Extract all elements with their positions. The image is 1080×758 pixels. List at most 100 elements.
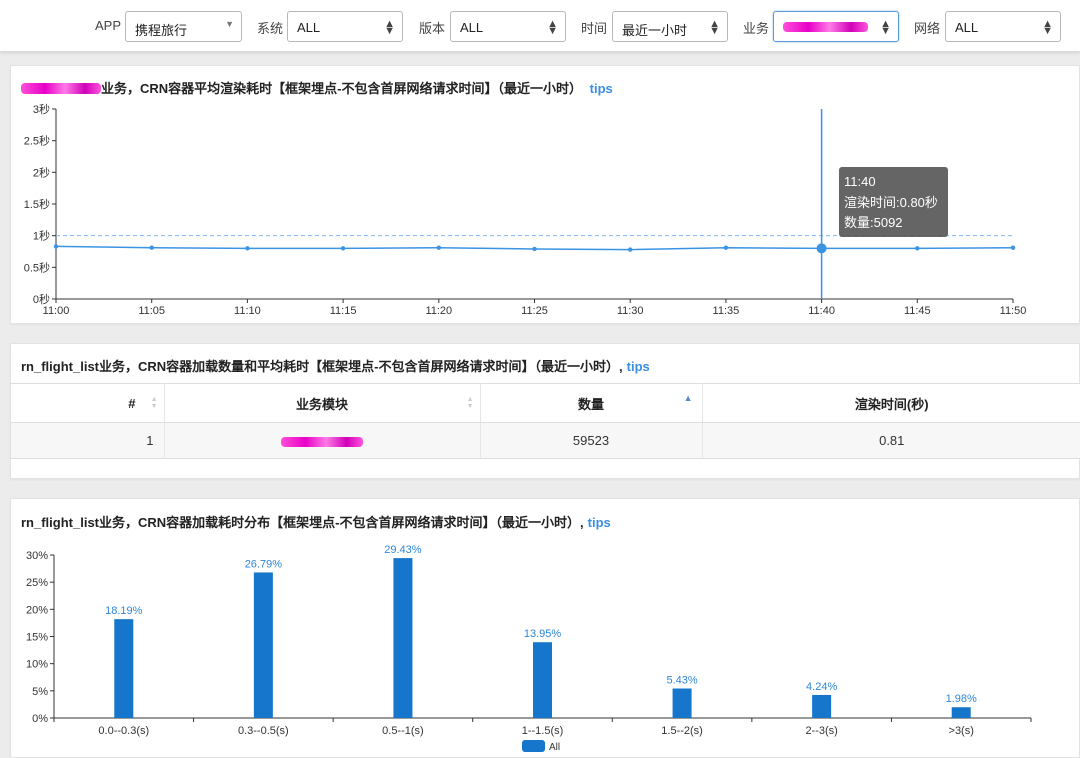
chevron-down-icon: ▼ xyxy=(225,19,234,29)
data-label: 1.98% xyxy=(946,693,977,705)
x-tick-label: 11:15 xyxy=(330,305,357,317)
load-count-panel: rn_flight_list业务，CRN容器加载数量和平均耗时【框架埋点-不包含… xyxy=(10,343,1080,479)
y-tick-label: 1.5秒 xyxy=(24,197,50,211)
bar xyxy=(951,707,971,718)
column-header-label: # xyxy=(128,395,136,411)
column-header-label: 业务模块 xyxy=(295,396,348,412)
sort-arrows-icon: ▲ ▼ xyxy=(1042,18,1053,37)
x-tick-label: 0.5--1(s) xyxy=(382,725,424,737)
data-point xyxy=(532,246,537,252)
sort-icon: ▲ ▼ xyxy=(466,396,474,410)
sort-arrows-icon: ▲ ▼ xyxy=(880,18,891,37)
bar xyxy=(672,688,692,718)
legend-label: All xyxy=(549,742,560,753)
network-select-value: ALL xyxy=(955,20,979,35)
render-time-panel: 业务，CRN容器平均渲染耗时【框架埋点-不包含首屏网络请求时间】（最近一小时） … xyxy=(10,65,1080,324)
x-tick-label: 11:40 xyxy=(808,305,835,317)
x-tick-label: >3(s) xyxy=(949,725,974,737)
x-tick-label: 11:45 xyxy=(904,305,931,317)
y-tick-label: 2秒 xyxy=(33,165,50,179)
time-select[interactable]: 最近一小时 ▲ ▼ xyxy=(612,11,728,42)
data-point xyxy=(340,246,346,251)
app-select-value: 携程旅行 xyxy=(135,23,188,38)
sort-arrows-icon: ▲ ▼ xyxy=(547,18,558,37)
tips-link[interactable]: tips xyxy=(627,359,650,374)
data-label: 29.43% xyxy=(384,544,422,556)
data-point xyxy=(53,244,59,249)
y-tick-label: 3秒 xyxy=(33,102,50,116)
cell-render-time: 0.81 xyxy=(702,422,1080,459)
time-select-value: 最近一小时 xyxy=(622,23,688,38)
chart-tooltip: 11:40 渲染时间:0.80秒 数量:5092 xyxy=(839,167,948,237)
x-tick-label: 11:30 xyxy=(617,305,644,317)
y-tick-label: 20% xyxy=(26,604,48,616)
bar xyxy=(533,642,552,718)
data-label: 18.19% xyxy=(105,605,143,617)
sort-arrows-icon: ▲ ▼ xyxy=(709,18,720,37)
version-select[interactable]: ALL ▲ ▼ xyxy=(450,11,566,42)
column-header-count[interactable]: 数量 ▲ xyxy=(480,383,703,423)
panel-title: rn_flight_list业务，CRN容器加载数量和平均耗时【框架埋点-不包含… xyxy=(21,356,650,375)
table-row[interactable]: 1 59523 0.81 xyxy=(11,422,1080,459)
bar-chart: 0% 5% 10% 15% 20% 25% 30% 18.19% 0.0--0.3(s) 26.7… xyxy=(26,544,1032,753)
x-tick-label: 11:10 xyxy=(234,305,261,317)
y-tick-label: 10% xyxy=(26,659,48,671)
redaction-mark xyxy=(783,22,868,32)
tooltip-count: 数量:5092 xyxy=(844,215,903,230)
distribution-panel: rn_flight_list业务，CRN容器加载耗时分布【框架埋点-不包含首屏网… xyxy=(10,498,1080,758)
data-point xyxy=(436,245,441,250)
y-tick-label: 30% xyxy=(26,550,48,562)
app-select[interactable]: 携程旅行 ▼ xyxy=(125,11,242,42)
y-tick-label: 0% xyxy=(32,713,48,725)
network-select[interactable]: ALL ▲ ▼ xyxy=(945,11,1061,42)
table-header-row: # ▲ ▼ 业务模块 ▲ ▼ 数量 ▲ 渲染时间(秒) xyxy=(11,383,1080,423)
column-header-label: 数量 xyxy=(577,396,604,412)
module-table: # ▲ ▼ 业务模块 ▲ ▼ 数量 ▲ 渲染时间(秒) 1 59523 0.81 xyxy=(11,383,1080,459)
x-tick-label: 11:05 xyxy=(138,305,165,317)
x-tick-label: 0.3--0.5(s) xyxy=(238,725,289,737)
y-tick-label: 2.5秒 xyxy=(24,134,50,148)
system-label: 系统 xyxy=(257,21,284,36)
y-tick-label: 0秒 xyxy=(33,292,50,306)
x-tick-label: 0.0--0.3(s) xyxy=(98,725,149,737)
tooltip-time: 11:40 xyxy=(844,174,876,189)
highlight-point xyxy=(816,243,827,254)
x-tick-label: 11:35 xyxy=(713,305,740,317)
data-point xyxy=(245,246,250,251)
redaction-mark xyxy=(281,436,363,447)
sort-arrows-icon: ▲ ▼ xyxy=(384,18,395,37)
column-header-render-time[interactable]: 渲染时间(秒) xyxy=(702,383,1080,423)
x-tick-label: 1.5--2(s) xyxy=(661,725,703,737)
legend-swatch xyxy=(522,740,545,752)
x-tick-label: 11:00 xyxy=(43,305,70,317)
bar xyxy=(393,558,413,718)
x-tick-label: 11:20 xyxy=(425,305,452,317)
time-label: 时间 xyxy=(581,21,608,36)
cell-index: 1 xyxy=(11,422,165,459)
y-tick-label: 0.5秒 xyxy=(24,260,50,274)
column-header-label: 渲染时间(秒) xyxy=(854,396,929,412)
y-tick-label: 15% xyxy=(26,632,48,644)
bar xyxy=(253,572,273,718)
bar xyxy=(812,694,832,718)
y-tick-label: 5% xyxy=(32,686,48,698)
y-tick-label: 25% xyxy=(26,577,48,589)
system-select[interactable]: ALL ▲ ▼ xyxy=(287,11,403,42)
version-select-value: ALL xyxy=(460,20,484,35)
data-point xyxy=(915,246,920,251)
panel-title-text: rn_flight_list业务，CRN容器加载数量和平均耗时【框架埋点-不包含… xyxy=(21,359,623,374)
sort-ascending-icon: ▲ xyxy=(683,393,693,403)
column-header-index[interactable]: # ▲ ▼ xyxy=(11,383,165,423)
system-select-value: ALL xyxy=(297,20,321,35)
data-point xyxy=(723,245,729,250)
app-label: APP xyxy=(95,18,122,33)
bar xyxy=(114,619,134,718)
business-select[interactable]: ▲ ▼ xyxy=(773,11,899,42)
column-header-module[interactable]: 业务模块 ▲ ▼ xyxy=(164,383,481,423)
filter-bar: APP 携程旅行 ▼ 系统 ALL ▲ ▼ 版本 ALL ▲ ▼ 时间 最近一小时 … xyxy=(0,0,1080,52)
business-label: 业务 xyxy=(743,21,770,36)
data-point xyxy=(628,247,633,252)
cell-count: 59523 xyxy=(480,422,703,459)
x-tick-label: 11:50 xyxy=(1000,305,1027,317)
x-tick-label: 2--3(s) xyxy=(805,725,837,737)
